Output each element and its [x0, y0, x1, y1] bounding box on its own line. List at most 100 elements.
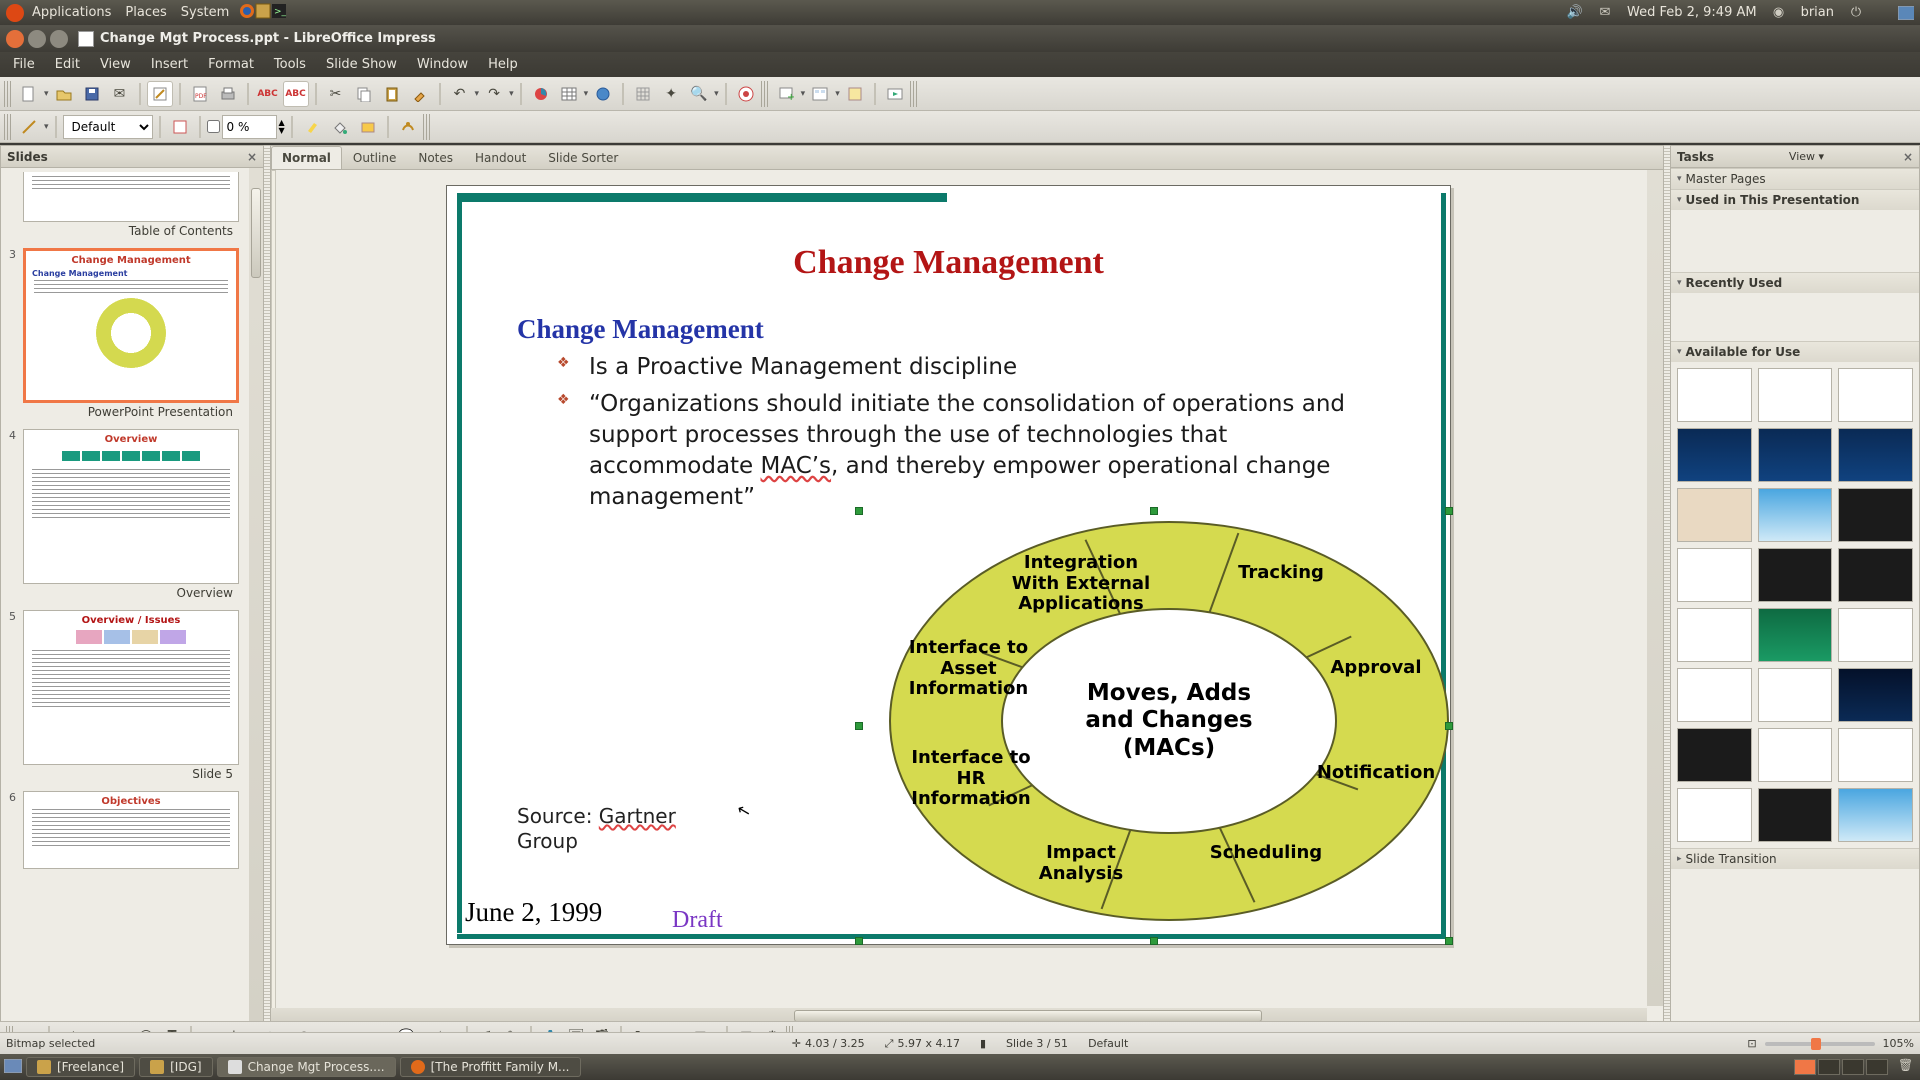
zoom-caret-icon[interactable]: ▾	[714, 89, 719, 99]
zoom-button[interactable]: 🔍	[686, 81, 712, 107]
menu-format[interactable]: Format	[199, 55, 263, 74]
cut-button[interactable]: ✂	[323, 81, 349, 107]
transparency-input[interactable]	[222, 115, 277, 139]
master-thumb[interactable]	[1758, 728, 1833, 782]
slide-source[interactable]: Source: Gartner Group	[517, 804, 677, 854]
master-thumb[interactable]	[1677, 488, 1752, 542]
master-thumb[interactable]	[1758, 368, 1833, 422]
line-style-button[interactable]	[16, 114, 42, 140]
section-recent-header[interactable]: Recently Used	[1671, 273, 1919, 293]
task-idg[interactable]: [IDG]	[139, 1057, 212, 1077]
master-thumb[interactable]	[1838, 488, 1913, 542]
menu-slideshow[interactable]: Slide Show	[317, 55, 406, 74]
slide-canvas[interactable]: Change Management Change Management Is a…	[271, 170, 1663, 1024]
power-icon[interactable]: ⏻	[1848, 5, 1864, 21]
menu-edit[interactable]: Edit	[46, 55, 89, 74]
editor-scrollbar-v[interactable]	[1647, 170, 1663, 1006]
master-thumb[interactable]	[1758, 668, 1833, 722]
master-thumb[interactable]	[1677, 788, 1752, 842]
highlight-color-button[interactable]	[299, 114, 325, 140]
master-thumb[interactable]	[1838, 668, 1913, 722]
slide-thumb-4[interactable]: 4 Overview Overview	[23, 429, 239, 606]
tab-outline[interactable]: Outline	[342, 146, 407, 169]
open-button[interactable]	[51, 81, 77, 107]
section-used-header[interactable]: Used in This Presentation	[1671, 190, 1919, 210]
show-desktop-icon[interactable]	[1898, 5, 1914, 21]
section-transition[interactable]: Slide Transition	[1671, 848, 1919, 869]
start-slideshow-button[interactable]	[882, 81, 908, 107]
bullet-1[interactable]: Is a Proactive Management discipline	[557, 352, 1390, 383]
master-thumb[interactable]	[1838, 608, 1913, 662]
menu-file[interactable]: File	[4, 55, 44, 74]
area-fill-button[interactable]	[355, 114, 381, 140]
firefox-launcher-icon[interactable]	[239, 3, 255, 23]
menu-tools[interactable]: Tools	[265, 55, 315, 74]
user-name[interactable]: brian	[1801, 5, 1834, 20]
user-indicator-icon[interactable]: ◉	[1771, 5, 1787, 21]
undo-button[interactable]: ↶	[447, 81, 473, 107]
autospell-button[interactable]: ABC	[283, 81, 309, 107]
task-firefox[interactable]: [The Proffitt Family M...	[400, 1057, 581, 1077]
master-thumb[interactable]	[1677, 728, 1752, 782]
window-minimize-button[interactable]	[28, 30, 46, 48]
status-insert-mode[interactable]: ▮	[980, 1037, 986, 1050]
slide-bullets[interactable]: Is a Proactive Management discipline “Or…	[557, 352, 1390, 519]
window-maximize-button[interactable]	[50, 30, 68, 48]
redo-caret-icon[interactable]: ▾	[509, 89, 514, 99]
menu-window[interactable]: Window	[408, 55, 477, 74]
show-desktop-bottom-icon[interactable]	[4, 1059, 22, 1076]
paragraph-style-select[interactable]: Default	[63, 115, 153, 139]
layout-caret-icon[interactable]: ▾	[835, 89, 840, 99]
master-thumb[interactable]	[1758, 608, 1833, 662]
insert-hyperlink-button[interactable]	[590, 81, 616, 107]
menu-view[interactable]: View	[91, 55, 140, 74]
help-button[interactable]	[733, 81, 759, 107]
bullet-2[interactable]: “Organizations should initiate the conso…	[557, 389, 1390, 513]
slides-list[interactable]: Table of Contents 3 Change Management Ch…	[1, 168, 249, 1024]
master-thumb[interactable]	[1838, 788, 1913, 842]
task-impress[interactable]: Change Mgt Process....	[217, 1057, 396, 1077]
master-thumb[interactable]	[1758, 428, 1833, 482]
slide-page[interactable]: Change Management Change Management Is a…	[446, 185, 1451, 945]
workspace-switcher[interactable]	[1794, 1059, 1888, 1075]
spellcheck-button[interactable]: ABC	[255, 81, 281, 107]
gnome-menu-applications[interactable]: Applications	[32, 5, 111, 20]
menu-help[interactable]: Help	[479, 55, 527, 74]
insert-slide-button[interactable]: +	[773, 81, 799, 107]
slide-date[interactable]: June 2, 1999	[465, 897, 602, 928]
tab-handout[interactable]: Handout	[464, 146, 537, 169]
master-thumb[interactable]	[1838, 368, 1913, 422]
volume-icon[interactable]: 🔊	[1567, 5, 1583, 21]
email-button[interactable]: ✉	[107, 81, 133, 107]
gnome-menu-places[interactable]: Places	[125, 5, 166, 20]
navigator-button[interactable]: ✦	[658, 81, 684, 107]
master-thumb[interactable]	[1758, 488, 1833, 542]
master-thumb[interactable]	[1677, 368, 1752, 422]
filter-button[interactable]	[395, 114, 421, 140]
fmt-end-grip[interactable]	[423, 114, 431, 140]
tab-notes[interactable]: Notes	[407, 146, 464, 169]
format-paintbrush-button[interactable]	[407, 81, 433, 107]
slides-scrollbar[interactable]	[249, 168, 263, 1024]
master-thumb[interactable]	[1758, 788, 1833, 842]
mail-icon[interactable]: ✉	[1597, 5, 1613, 21]
slide-draft[interactable]: Draft	[672, 907, 723, 934]
toolbar-grip-2[interactable]	[761, 81, 769, 107]
slide-title[interactable]: Change Management	[447, 244, 1450, 282]
tasks-close-icon[interactable]: ×	[1903, 150, 1913, 164]
export-pdf-button[interactable]: PDF	[187, 81, 213, 107]
master-thumb[interactable]	[1677, 668, 1752, 722]
master-thumb[interactable]	[1838, 548, 1913, 602]
insert-table-button[interactable]	[556, 81, 582, 107]
tab-normal[interactable]: Normal	[271, 146, 342, 169]
master-thumb[interactable]	[1677, 548, 1752, 602]
new-doc-button[interactable]	[16, 81, 42, 107]
fill-color-button[interactable]	[327, 114, 353, 140]
redo-button[interactable]: ↷	[481, 81, 507, 107]
master-thumb[interactable]	[1838, 728, 1913, 782]
master-thumb[interactable]	[1838, 428, 1913, 482]
grid-button[interactable]	[630, 81, 656, 107]
line-caret-icon[interactable]: ▾	[44, 122, 49, 132]
zoom-slider[interactable]	[1765, 1042, 1875, 1046]
edit-mode-button[interactable]	[147, 81, 173, 107]
